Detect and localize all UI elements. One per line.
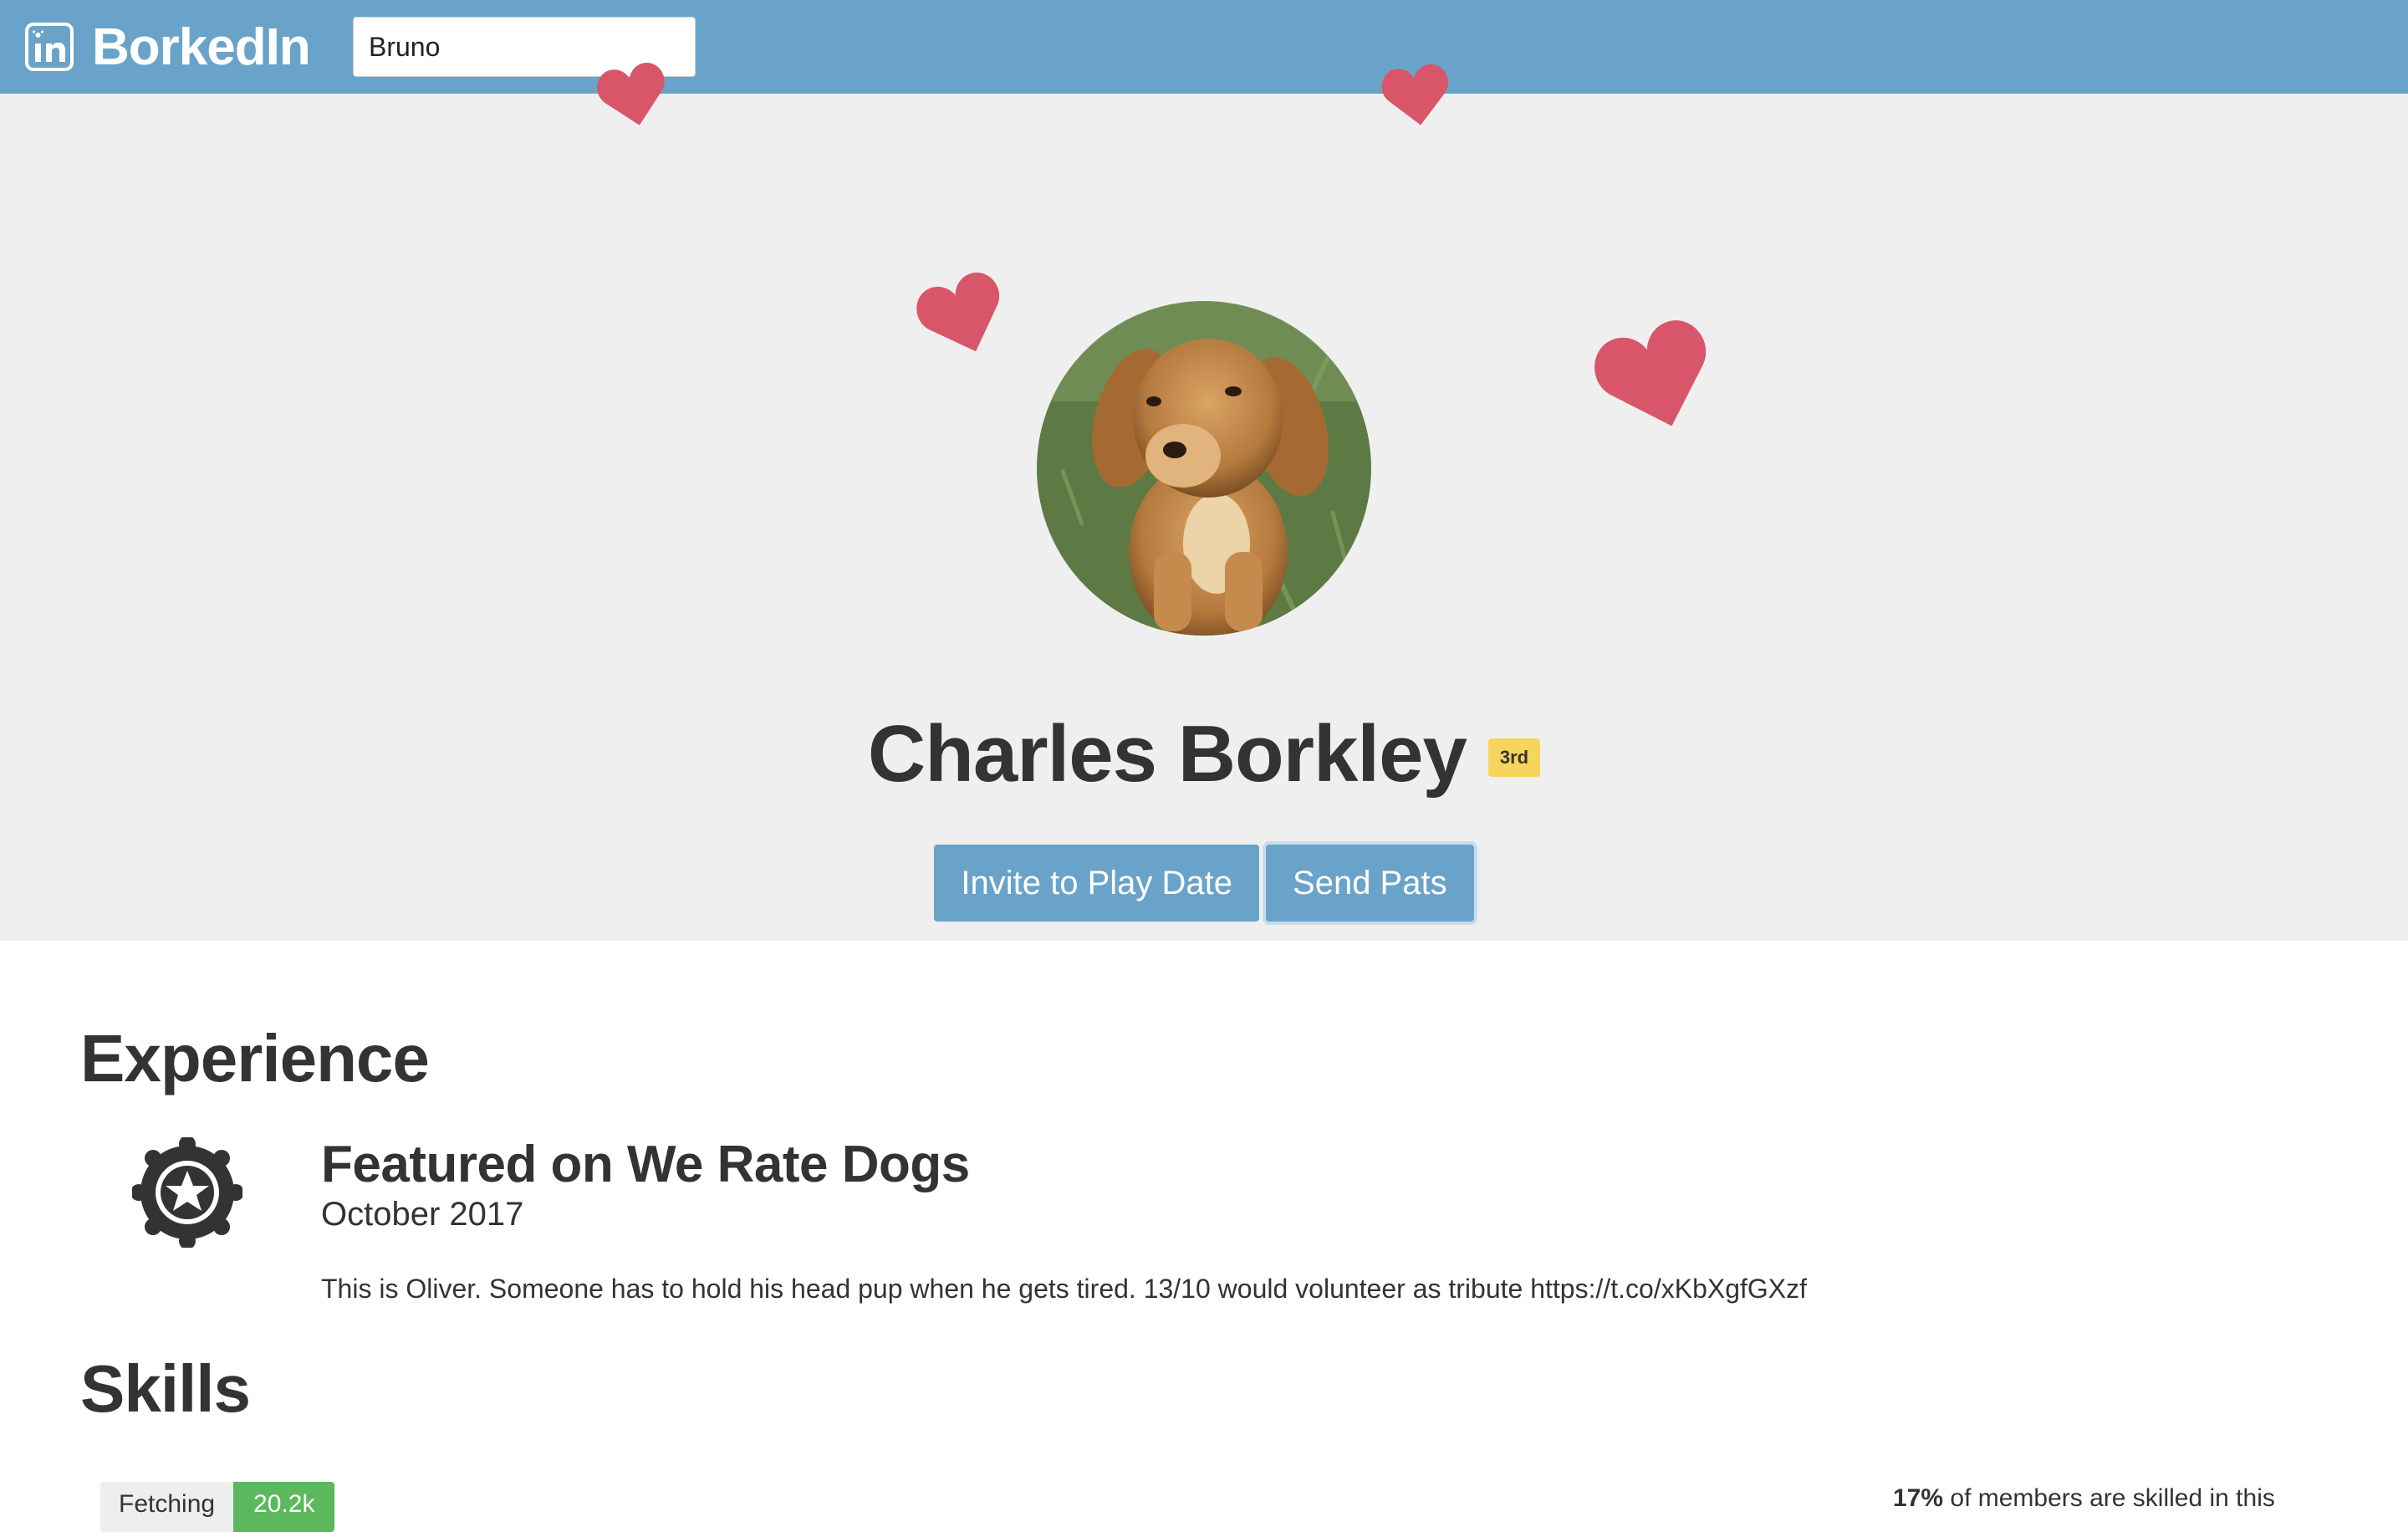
linkedin-paw-icon [25,23,74,71]
skill-stat-percent: 17% [1893,1484,1944,1512]
heart-icon [1593,315,1718,437]
experience-section-title: Experience [80,1021,430,1095]
experience-item-date: October 2017 [321,1196,524,1233]
skill-stat: 17% of members are skilled in this [1893,1484,2275,1513]
invite-to-play-date-button[interactable]: Invite to Play Date [934,845,1260,922]
skill-pill[interactable]: Fetching 20.2k [100,1482,335,1532]
heart-icon [916,269,1009,360]
skill-name: Fetching [100,1482,234,1532]
brand-logo[interactable]: BorkedIn [25,18,311,76]
skill-endorsement-count: 20.2k [233,1482,335,1532]
send-pats-button[interactable]: Send Pats [1266,845,1474,922]
profile-name: Charles Borkley [867,709,1467,799]
heart-icon [595,59,671,130]
experience-item-title: Featured on We Rate Dogs [321,1136,970,1193]
heart-icon [1380,59,1453,130]
profile-hero: Charles Borkley 3rd Invite to Play Date … [0,63,2408,941]
profile-name-row: Charles Borkley 3rd [0,708,2408,800]
brand-name: BorkedIn [92,18,311,76]
profile-actions: Invite to Play Date Send Pats [0,845,2408,922]
award-badge-icon [132,1137,242,1248]
top-nav-bar: BorkedIn [0,0,2408,94]
skill-stat-text: of members are skilled in this [1943,1484,2275,1512]
profile-avatar [1037,301,1371,636]
skills-section-title: Skills [80,1351,251,1426]
connection-degree-badge: 3rd [1487,738,1541,777]
experience-item-description: This is Oliver. Someone has to hold his … [321,1274,1808,1304]
